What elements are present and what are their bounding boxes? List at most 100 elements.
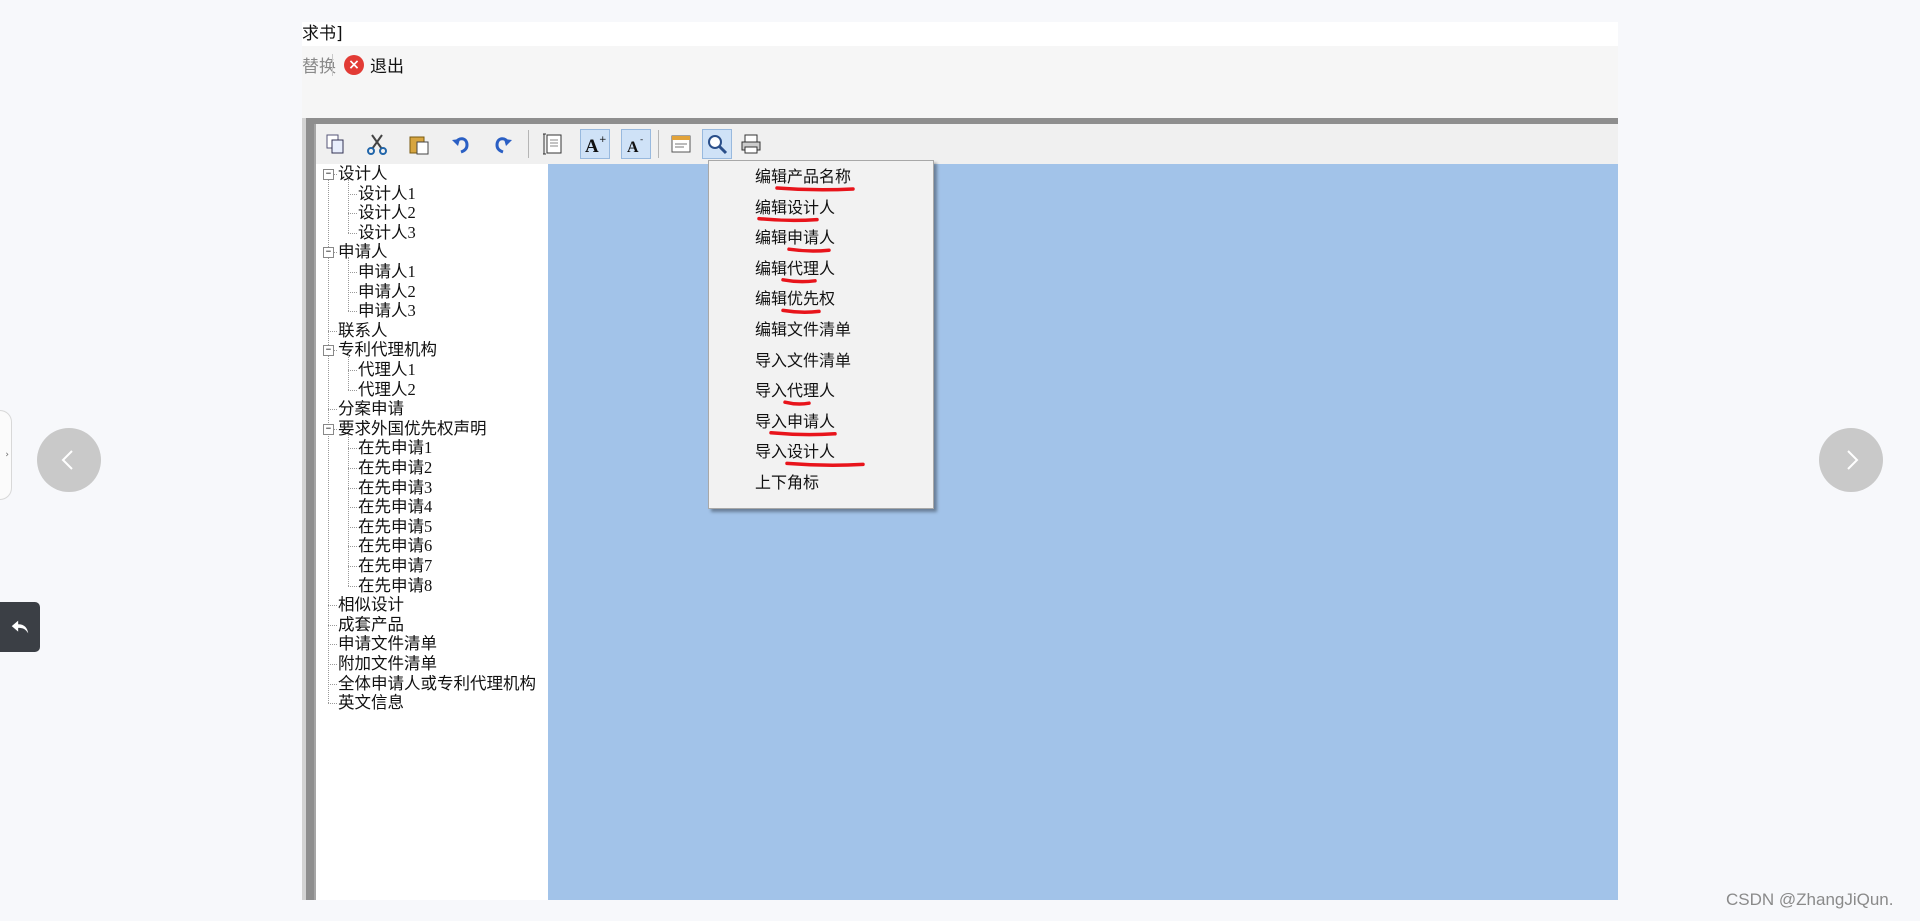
context-menu-item[interactable]: 编辑代理人 [755,254,835,284]
tree-child-node[interactable]: 设计人2 [358,203,416,223]
tree-node[interactable]: 附加文件清单 [338,654,437,674]
copy-button[interactable] [320,129,350,159]
chevron-left-icon [61,450,73,470]
tree-connector [348,272,357,273]
context-menu-item[interactable]: 导入设计人 [755,437,835,467]
reply-arrow-icon [11,620,29,634]
paste-button[interactable] [404,129,434,159]
svg-text:A: A [585,136,599,155]
svg-text:-: - [640,135,643,145]
window-title: 求书] [302,22,1618,46]
watermark: CSDN @ZhangJiQun. [1726,890,1894,909]
tree-child-node[interactable]: 在先申请6 [358,536,432,556]
context-menu-item[interactable]: 编辑设计人 [755,193,835,223]
tree-child-node[interactable]: 申请人3 [358,301,416,321]
tree-connector [348,487,357,489]
tree-node[interactable]: 申请文件清单 [338,634,437,654]
tree-collapse-toggle[interactable]: − [323,247,334,259]
back-button[interactable] [0,602,40,652]
tree-child-node[interactable]: 在先申请5 [358,517,432,537]
app-screenshot: 求书] 替换 × 退出 A + A - 设计人 − 设计人1 设计人2 设计人3… [302,22,1618,900]
tree-connector [328,605,337,607]
cut-button[interactable] [362,129,392,159]
tree-node[interactable]: 要求外国优先权声明 [338,419,487,439]
tree-collapse-toggle[interactable]: − [323,423,334,435]
tree-guide [348,433,349,586]
editor-toolbar: A + A- [316,124,1618,165]
side-collapse-tab[interactable]: › [0,410,12,500]
tree-child-node[interactable]: 设计人1 [358,184,416,204]
editor-panel: A + A- 设计人 − 设计人1 设计人2 设计人3 申请人 − 申请人1 申请人2 申请人3 联系… [314,124,1618,900]
tree-child-node[interactable]: 在先申请7 [358,556,432,576]
tree-node[interactable]: 全体申请人或专利代理机构 [338,674,536,694]
exit-button[interactable]: × 退出 [344,52,404,77]
page-setup-button[interactable] [538,129,568,159]
context-menu-item[interactable]: 导入申请人 [755,407,835,437]
tree-collapse-toggle[interactable]: − [323,345,334,357]
context-menu-item[interactable]: 编辑优先权 [755,284,835,314]
zoom-icon [708,135,728,155]
font-increase-button[interactable]: A + [580,129,610,159]
zoom-button[interactable] [702,129,732,159]
close-icon: × [344,54,364,75]
context-menu-item[interactable]: 上下角标 [755,468,819,498]
previous-image-button[interactable] [37,428,101,492]
chevron-right-icon [1847,450,1859,470]
tree-child-node[interactable]: 在先申请2 [358,458,432,478]
tree-connector [328,624,337,626]
tree-connector [348,370,357,371]
form-button[interactable] [666,129,696,159]
tree-node[interactable]: 联系人 [338,321,388,341]
print-button[interactable] [736,129,766,159]
frame-edge [302,118,306,900]
tree-collapse-toggle[interactable]: − [323,169,334,180]
context-menu-item[interactable]: 编辑产品名称 [755,162,851,192]
tree-connector [348,311,357,313]
tree-connector [328,683,337,685]
menu-separator [332,54,333,76]
context-menu-item[interactable]: 编辑文件清单 [755,315,851,345]
tree-connector [348,566,357,567]
tree-node[interactable]: 相似设计 [338,595,404,615]
menu-item-replace-label: 替换 [302,57,336,77]
font-decrease-button[interactable]: A- [621,129,651,159]
tree-child-node[interactable]: 申请人2 [358,282,416,302]
tree-child-node[interactable]: 在先申请1 [358,438,432,458]
tree-connector [348,232,357,234]
toolbar-separator [658,130,659,158]
tree-child-node[interactable]: 在先申请4 [358,497,432,517]
tree-node[interactable]: 设计人 [338,164,388,184]
tree-connector [328,644,337,646]
toolbar-separator [528,130,529,158]
document-tree: 设计人 − 设计人1 设计人2 设计人3 申请人 − 申请人1 申请人2 申请人3 联系人 专利代理机… [316,164,548,900]
font-decrease-icon: A- [627,135,643,155]
tree-child-node[interactable]: 在先申请8 [358,576,432,596]
tree-child-node[interactable]: 代理人2 [358,380,416,400]
tree-connector [348,291,357,293]
context-menu-item[interactable]: 导入代理人 [755,376,835,406]
print-icon [741,134,761,154]
tree-node[interactable]: 专利代理机构 [338,340,437,360]
svg-text:+: + [599,135,607,145]
tree-node[interactable]: 成套产品 [338,615,404,635]
menu-item-replace[interactable]: 替换 [302,52,336,77]
tree-node[interactable]: 申请人 [338,242,388,262]
svg-text:A: A [627,139,639,155]
tree-connector [348,193,357,195]
tree-node[interactable]: 英文信息 [338,693,404,713]
tree-child-node[interactable]: 设计人3 [358,223,416,243]
tree-connector [348,507,357,509]
tree-connector [348,526,357,528]
undo-button[interactable] [446,129,476,159]
tree-child-node[interactable]: 在先申请3 [358,478,432,498]
form-icon [671,135,691,153]
context-menu-item[interactable]: 导入文件清单 [755,346,851,376]
context-menu-item[interactable]: 编辑申请人 [755,223,835,253]
tree-node[interactable]: 分案申请 [338,399,404,419]
tree-child-node[interactable]: 代理人1 [358,360,416,380]
redo-button[interactable] [488,129,518,159]
next-image-button[interactable] [1819,428,1883,492]
tree-child-node[interactable]: 申请人1 [358,262,416,282]
paste-icon [409,136,429,155]
font-increase-icon: A + [585,135,607,155]
